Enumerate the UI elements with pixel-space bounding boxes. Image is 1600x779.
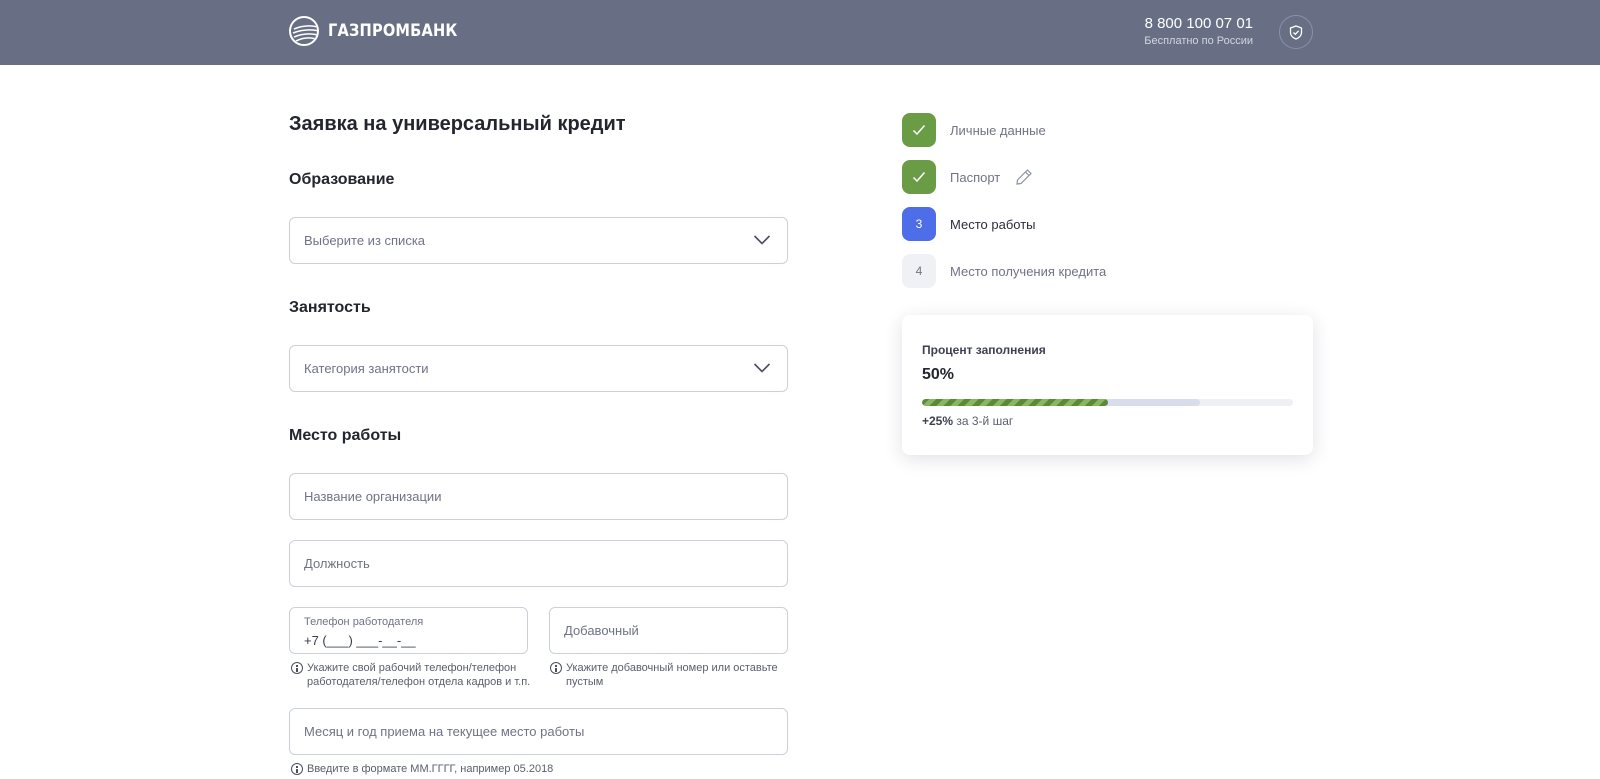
education-select-placeholder: Выберите из списка <box>304 233 426 248</box>
checkmark-icon <box>912 172 926 183</box>
step-personal-data[interactable]: Личные данные <box>902 113 1046 147</box>
step-number-badge: 4 <box>902 254 936 288</box>
hire-date-hint: Введите в формате ММ.ГГГГ, например 05.2… <box>291 762 691 776</box>
hire-date-hint-text: Введите в формате ММ.ГГГГ, например 05.2… <box>307 763 554 775</box>
step-credit-location: 4 Место получения кредита <box>902 254 1106 288</box>
organization-name-placeholder: Название организации <box>304 489 442 504</box>
hire-date-placeholder: Месяц и год приема на текущее место рабо… <box>304 724 585 739</box>
section-employment-title: Занятость <box>289 299 371 316</box>
employer-phone-value: +7 (___) ___-__-__ <box>304 633 416 648</box>
hire-date-input[interactable]: Месяц и год приема на текущее место рабо… <box>289 708 788 755</box>
step-passport[interactable]: Паспорт <box>902 160 1033 194</box>
step-label: Паспорт <box>950 169 1001 185</box>
organization-name-input[interactable]: Название организации <box>289 473 788 520</box>
position-placeholder: Должность <box>304 556 370 571</box>
gazprombank-logo[interactable]: ГАЗПРОМБАНК <box>289 16 479 46</box>
step-number-badge: 3 <box>902 207 936 241</box>
info-icon <box>291 662 303 674</box>
progress-note-bold: +25% <box>922 414 954 428</box>
section-education-title: Образование <box>289 171 395 188</box>
step-workplace[interactable]: 3 Место работы <box>902 207 1036 241</box>
extension-placeholder: Добавочный <box>564 623 639 638</box>
progress-note: +25% за 3-й шаг <box>922 414 1013 428</box>
checkmark-icon <box>912 125 926 136</box>
chevron-down-icon <box>753 235 771 245</box>
top-header: ГАЗПРОМБАНК 8 800 100 07 01 Бесплатно по… <box>0 0 1600 65</box>
employer-phone-label: Телефон работодателя <box>304 616 424 628</box>
page-title: Заявка на универсальный кредит <box>289 113 626 135</box>
step-label: Место работы <box>950 216 1036 232</box>
phone-number[interactable]: 8 800 100 07 01 <box>1144 15 1253 33</box>
step-done-badge <box>902 113 936 147</box>
extension-hint: Укажите добавочный номер или оставьте пу… <box>550 661 790 689</box>
employment-select-placeholder: Категория занятости <box>304 361 429 376</box>
support-phone[interactable]: 8 800 100 07 01 Бесплатно по России <box>1144 15 1253 48</box>
progress-title: Процент заполнения <box>922 343 1046 357</box>
step-done-badge <box>902 160 936 194</box>
info-icon <box>291 763 303 775</box>
logo-text: ГАЗПРОМБАНК <box>328 21 458 41</box>
education-select[interactable]: Выберите из списка <box>289 217 788 264</box>
step-label: Личные данные <box>950 122 1046 138</box>
position-input[interactable]: Должность <box>289 540 788 587</box>
employer-phone-input[interactable]: Телефон работодателя +7 (___) ___-__-__ <box>289 607 528 654</box>
shield-check-icon <box>1289 24 1303 40</box>
phone-note: Бесплатно по России <box>1144 35 1253 47</box>
security-button[interactable] <box>1279 15 1313 49</box>
extension-hint-text: Укажите добавочный номер или оставьте пу… <box>566 662 778 688</box>
progress-note-text: за 3-й шаг <box>953 414 1014 428</box>
progress-bar-fill <box>922 399 1108 406</box>
edit-pencil-icon[interactable] <box>1015 168 1033 186</box>
progress-bar <box>922 399 1293 406</box>
globe-logo-icon <box>289 16 319 46</box>
employment-category-select[interactable]: Категория занятости <box>289 345 788 392</box>
chevron-down-icon <box>753 363 771 373</box>
extension-input[interactable]: Добавочный <box>549 607 788 654</box>
step-label: Место получения кредита <box>950 263 1107 279</box>
employer-phone-hint: Укажите свой рабочий телефон/телефон раб… <box>291 661 531 689</box>
completion-progress-card: Процент заполнения 50% +25% за 3-й шаг <box>902 315 1313 455</box>
employer-phone-hint-text: Укажите свой рабочий телефон/телефон раб… <box>307 662 531 688</box>
section-workplace-title: Место работы <box>289 427 402 444</box>
info-icon <box>550 662 562 674</box>
progress-value: 50% <box>922 366 955 383</box>
